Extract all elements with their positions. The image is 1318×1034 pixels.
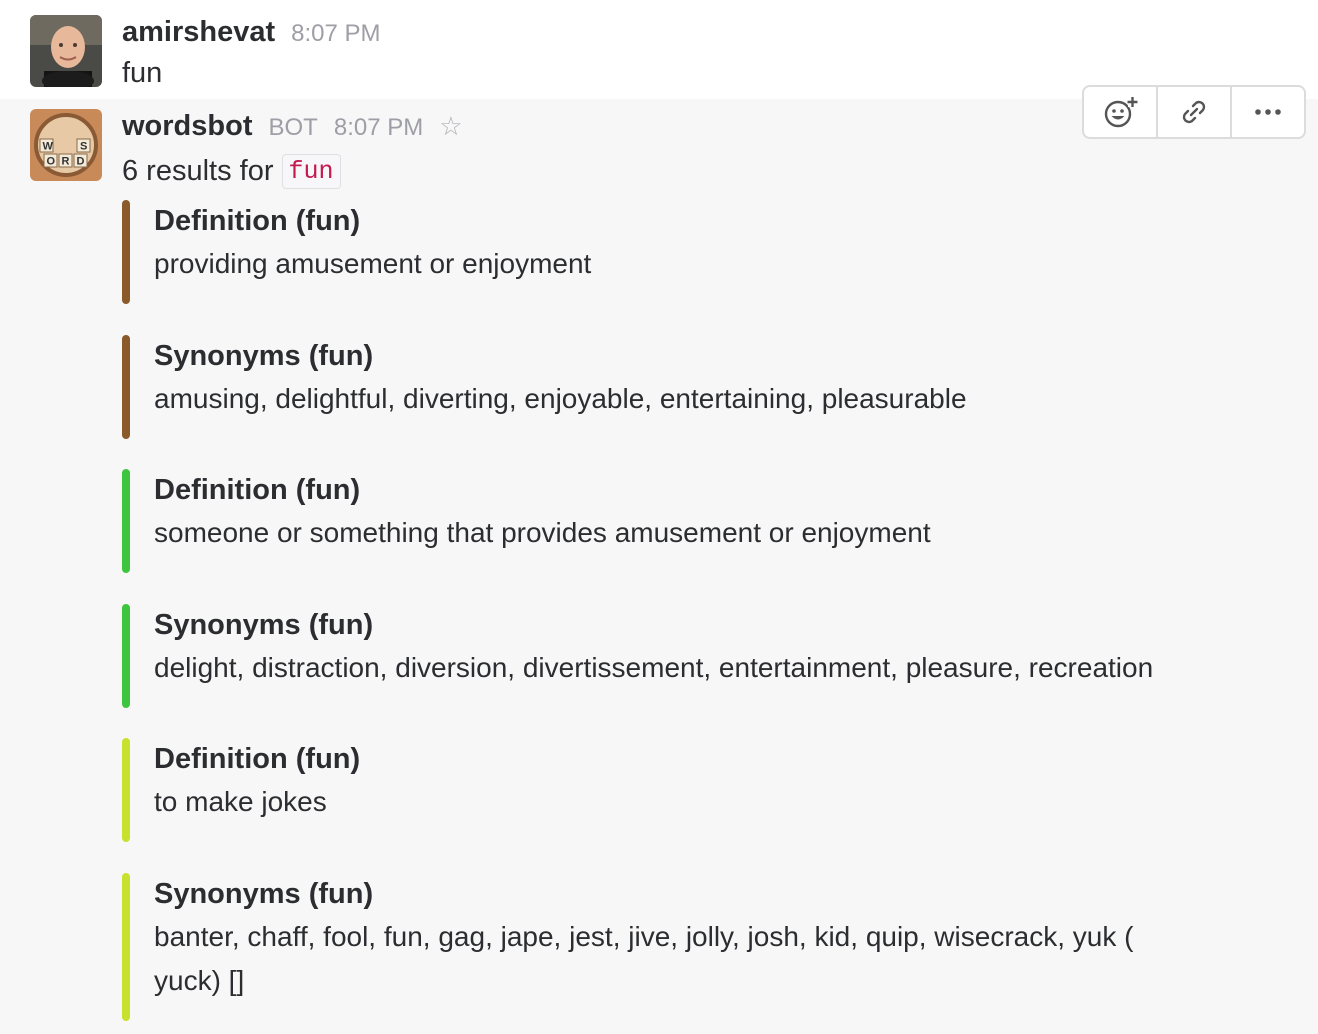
attachment-text: providing amusement or enjoyment: [154, 248, 592, 279]
attachment-title: Synonyms (fun): [154, 878, 374, 910]
bot-badge: BOT: [268, 114, 318, 141]
attachment: Definition (fun) someone or something th…: [122, 469, 1302, 573]
attachment-text: amusing, delightful, diverting, enjoyabl…: [154, 383, 967, 414]
message-text: fun: [122, 57, 163, 89]
timestamp[interactable]: 8:07 PM: [291, 20, 380, 48]
logo-letter: D: [77, 156, 85, 168]
more-actions-button[interactable]: [1232, 87, 1304, 137]
attachment: Definition (fun) providing amusement or …: [122, 200, 1302, 304]
message-header: wordsbot BOT 8:07 PM ☆: [122, 110, 463, 143]
copy-link-icon: [1182, 100, 1206, 124]
timestamp[interactable]: 8:07 PM: [334, 114, 423, 142]
attachment-text: to make jokes: [154, 786, 327, 817]
attachment-title: Synonyms (fun): [154, 609, 374, 641]
add-reaction-button[interactable]: [1084, 87, 1158, 137]
add-reaction-icon: [1104, 97, 1138, 128]
avatar[interactable]: [30, 15, 102, 87]
attachment: Synonyms (fun) banter, chaff, fool, fun,…: [122, 873, 1302, 1021]
attachment-text-continued: yuck) []: [154, 965, 245, 996]
logo-letter: S: [80, 141, 87, 153]
results-summary: 6 results for: [122, 155, 274, 187]
sender-name[interactable]: amirshevat: [122, 16, 275, 49]
attachment-color-bar: [122, 738, 130, 842]
logo-letter: O: [47, 156, 56, 168]
attachment: Definition (fun) to make jokes: [122, 738, 1302, 842]
attachment-color-bar: [122, 604, 130, 708]
logo-letter: R: [62, 156, 70, 168]
avatar[interactable]: W S O R D: [30, 109, 102, 181]
attachment-title: Synonyms (fun): [154, 340, 374, 372]
query-code: fun: [281, 154, 341, 189]
attachment-color-bar: [122, 200, 130, 304]
sender-name[interactable]: wordsbot: [122, 110, 253, 143]
attachment-title: Definition (fun): [154, 743, 361, 775]
attachment-color-bar: [122, 873, 130, 1021]
attachment-text: someone or something that provides amuse…: [154, 517, 931, 548]
message-actions: [1082, 85, 1306, 139]
attachment-title: Definition (fun): [154, 474, 361, 506]
attachment-color-bar: [122, 469, 130, 573]
attachment-text: banter, chaff, fool, fun, gag, jape, jes…: [154, 921, 1134, 952]
attachment: Synonyms (fun) delight, distraction, div…: [122, 604, 1302, 708]
attachments: Definition (fun) providing amusement or …: [122, 200, 1302, 1021]
message-wordsbot: W S O R D wordsbot BOT 8:07 PM ☆ 6 resul…: [0, 99, 1318, 1034]
attachment: Synonyms (fun) amusing, delightful, dive…: [122, 335, 1302, 439]
copy-link-button[interactable]: [1158, 87, 1232, 137]
more-actions-icon: [1255, 109, 1281, 115]
star-icon[interactable]: ☆: [439, 111, 462, 142]
message-text: 6 results for fun: [122, 154, 341, 189]
logo-letter: W: [43, 141, 54, 153]
attachment-color-bar: [122, 335, 130, 439]
attachment-text: delight, distraction, diversion, diverti…: [154, 652, 1154, 683]
attachment-title: Definition (fun): [154, 205, 361, 237]
message-header: amirshevat 8:07 PM: [122, 16, 381, 49]
